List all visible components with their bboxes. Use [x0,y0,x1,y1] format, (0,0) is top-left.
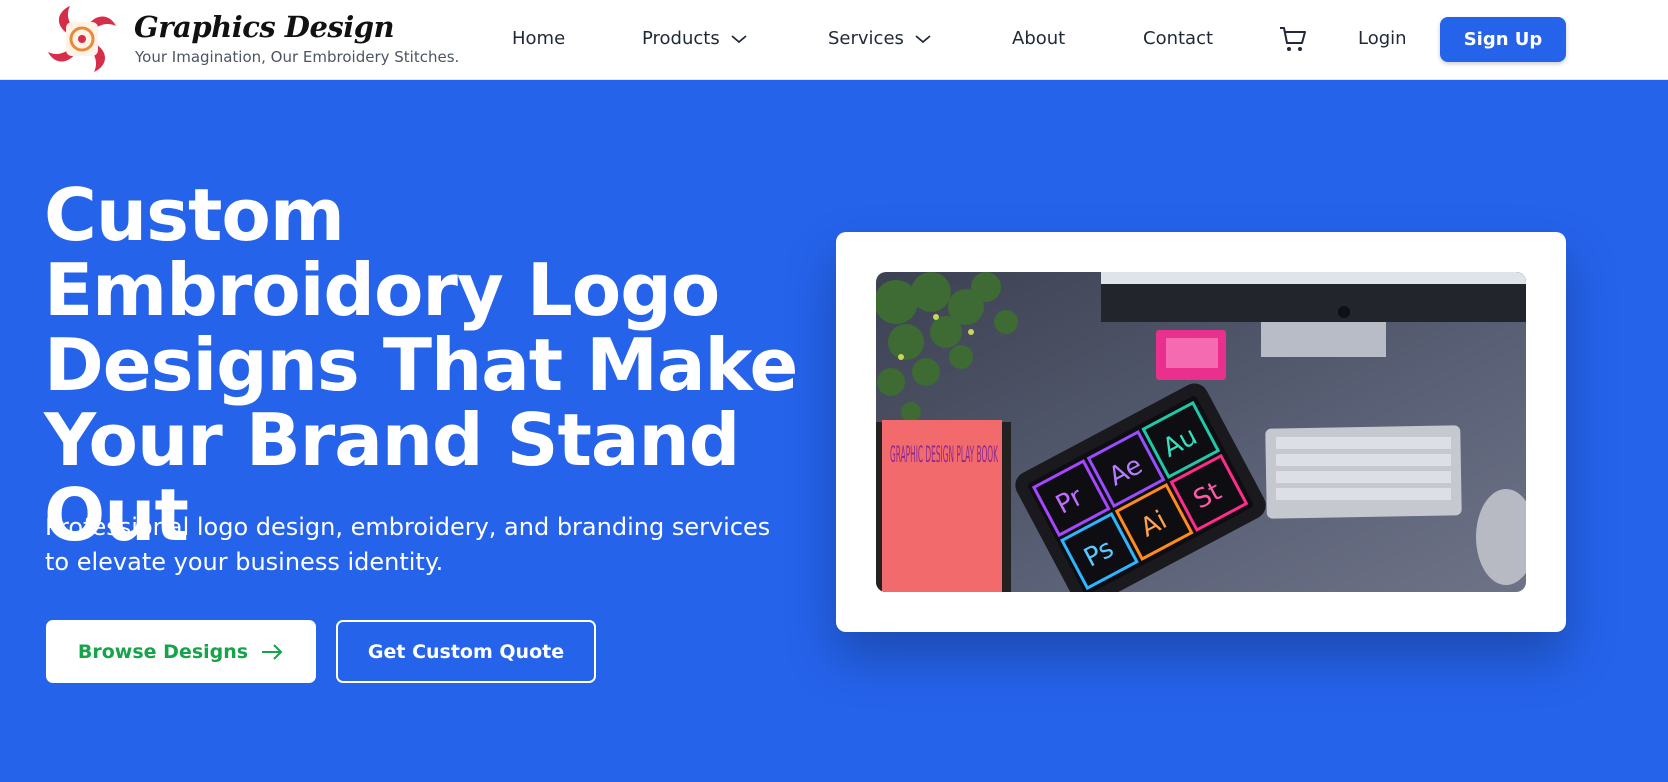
login-link[interactable]: Login [1358,28,1407,49]
browse-designs-button[interactable]: Browse Designs [46,620,316,683]
book-text: GRAPHIC DESIGN PLAY BOOK [890,443,998,468]
nav-contact-label: Contact [1143,28,1214,49]
nav-products[interactable]: Products [642,28,748,49]
hero-title: Custom Embroidory Logo Designs That Make… [44,173,798,557]
nav-about[interactable]: About [1012,28,1065,49]
brand-tagline: Your Imagination, Our Embroidery Stitche… [135,48,460,66]
chevron-down-icon [731,34,747,43]
nav-services[interactable]: Services [828,28,932,49]
browse-designs-label: Browse Designs [77,640,249,663]
signup-button[interactable]: Sign Up [1440,17,1566,62]
nav-home[interactable]: Home [512,28,565,49]
arrow-right-icon [262,643,283,660]
hero-image-card: GRAPHIC DESIGN PLAY BOOK Pr Ae Au Ps Ai … [836,232,1566,632]
brand-name[interactable]: Graphics Design [134,10,395,44]
site-header: Graphics Design Your Imagination, Our Em… [0,0,1668,80]
hero-subtitle: Professional logo design, embroidery, an… [45,513,771,576]
get-custom-quote-label: Get Custom Quote [367,640,565,663]
shopping-cart-icon[interactable] [1278,24,1308,54]
nav-contact[interactable]: Contact [1143,28,1213,49]
nav-home-label: Home [512,28,566,49]
nav-about-label: About [1012,28,1066,49]
brand-logo-icon[interactable] [46,4,118,74]
nav-products-label: Products [642,28,720,49]
hero-image: GRAPHIC DESIGN PLAY BOOK Pr Ae Au Ps Ai … [876,272,1526,592]
chevron-down-icon [915,34,931,43]
nav-services-label: Services [828,28,904,49]
get-custom-quote-button[interactable]: Get Custom Quote [336,620,596,683]
